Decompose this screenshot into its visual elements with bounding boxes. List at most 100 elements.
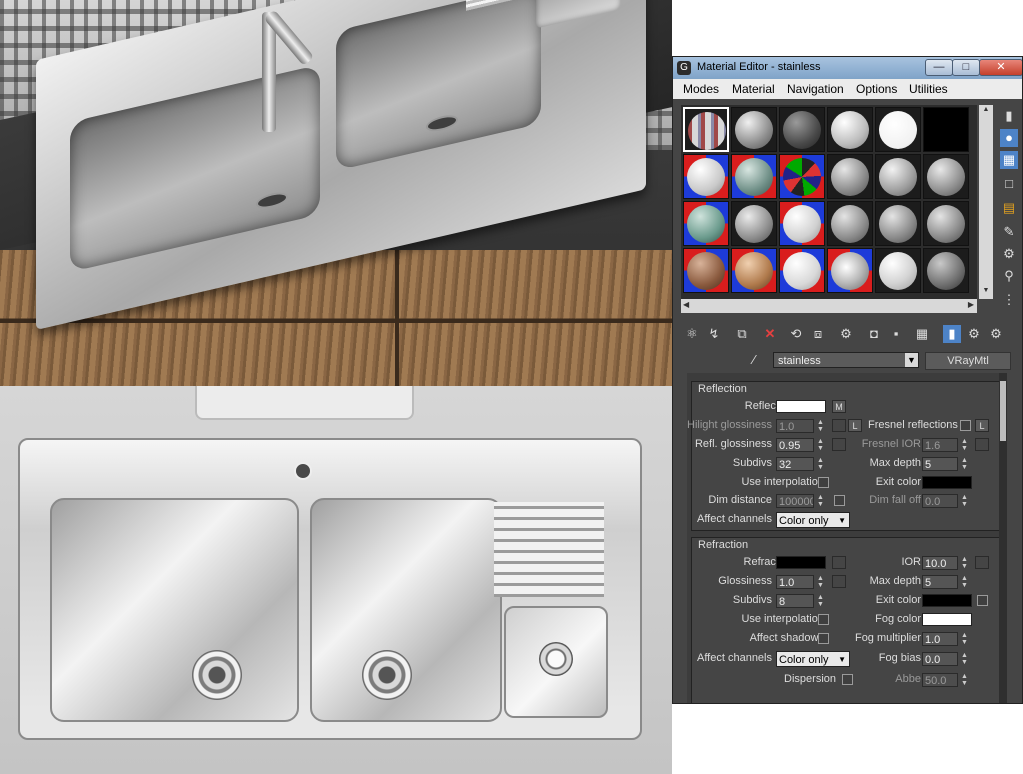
refract-max-depth-spinner[interactable]: ▲ ▼: [960, 575, 969, 589]
app-icon[interactable]: G: [677, 61, 691, 75]
menu-utilities[interactable]: Utilities: [909, 82, 948, 96]
title-bar[interactable]: G Material Editor - stainless — □ ✕: [673, 57, 1022, 79]
sample-slot[interactable]: [923, 154, 969, 199]
hilight-glossiness-input[interactable]: 1.0: [776, 419, 814, 433]
sample-slot[interactable]: [779, 248, 825, 293]
refract-exit-color-swatch[interactable]: [922, 594, 972, 607]
sample-slot[interactable]: [683, 107, 729, 152]
show-shaded-material-icon[interactable]: ▮: [943, 325, 961, 343]
dim-fall-off-spinner[interactable]: ▲ ▼: [960, 494, 969, 508]
reflect-use-interpolation-checkbox[interactable]: [818, 477, 829, 488]
sample-slot[interactable]: [731, 154, 777, 199]
fresnel-lock-button[interactable]: L: [975, 419, 989, 432]
fog-multiplier-spinner[interactable]: ▲ ▼: [960, 632, 969, 646]
sample-slot[interactable]: [923, 107, 969, 152]
chevron-down-icon[interactable]: ▼: [905, 353, 918, 367]
menu-options[interactable]: Options: [856, 82, 897, 96]
background-checker-icon[interactable]: ▦: [1000, 151, 1018, 169]
reflect-exit-color-swatch[interactable]: [922, 476, 972, 489]
sample-slot[interactable]: [875, 107, 921, 152]
maximize-button[interactable]: □: [952, 59, 980, 76]
reflect-subdivs-input[interactable]: 32: [776, 457, 814, 471]
ior-map-button[interactable]: [975, 556, 989, 569]
affect-shadows-checkbox[interactable]: [818, 633, 829, 644]
reflect-max-depth-input[interactable]: 5: [922, 457, 958, 471]
reflect-affect-channels-dropdown[interactable]: Color only ▼: [776, 512, 850, 528]
abbe-input[interactable]: 50.0: [922, 673, 958, 687]
fog-color-swatch[interactable]: [922, 613, 972, 626]
dim-distance-spinner[interactable]: ▲ ▼: [816, 494, 825, 508]
put-to-scene-icon[interactable]: ↯: [705, 325, 723, 343]
refract-color-swatch[interactable]: [776, 556, 826, 569]
sample-slot[interactable]: [731, 107, 777, 152]
menu-modes[interactable]: Modes: [683, 82, 719, 96]
fresnel-ior-map-button[interactable]: [975, 438, 989, 451]
get-material-icon[interactable]: ⚛: [683, 325, 701, 343]
reflect-map-button[interactable]: M: [832, 400, 846, 413]
slots-vertical-scrollbar[interactable]: ▲ ▼: [979, 105, 993, 299]
hilight-glossiness-map-button[interactable]: [832, 419, 846, 432]
material-id-channel-icon[interactable]: ◘: [865, 325, 883, 343]
go-to-parent-icon[interactable]: ⚙: [965, 325, 983, 343]
show-end-result-icon[interactable]: ▦: [913, 325, 931, 343]
put-to-library-icon[interactable]: ⚙: [837, 325, 855, 343]
sample-slot[interactable]: [827, 201, 873, 246]
reflect-color-swatch[interactable]: [776, 400, 826, 413]
close-button[interactable]: ✕: [979, 59, 1022, 76]
sample-slot[interactable]: [731, 248, 777, 293]
slots-horizontal-scrollbar[interactable]: ◀ ▶: [681, 299, 977, 313]
sample-slot[interactable]: [779, 154, 825, 199]
refract-map-button[interactable]: [832, 556, 846, 569]
sample-type-icon[interactable]: ▮: [1000, 107, 1018, 125]
sample-slot[interactable]: [731, 201, 777, 246]
ior-spinner[interactable]: ▲ ▼: [960, 556, 969, 570]
reflect-max-depth-spinner[interactable]: ▲ ▼: [960, 457, 969, 471]
eyedropper-icon[interactable]: ⁄: [753, 352, 769, 368]
select-by-material-icon[interactable]: ⚲: [1000, 267, 1018, 285]
refl-glossiness-map-button[interactable]: [832, 438, 846, 451]
go-forward-to-sibling-icon[interactable]: ⚙: [987, 325, 1005, 343]
menu-navigation[interactable]: Navigation: [787, 82, 844, 96]
video-color-check-icon[interactable]: ▤: [1000, 199, 1018, 217]
fog-bias-input[interactable]: 0.0: [922, 652, 958, 666]
fresnel-ior-input[interactable]: 1.6: [922, 438, 958, 452]
refract-subdivs-spinner[interactable]: ▲ ▼: [816, 594, 825, 608]
dim-fall-off-input[interactable]: 0.0: [922, 494, 958, 508]
assign-to-selection-icon[interactable]: ⧉: [733, 325, 751, 343]
options-icon[interactable]: ⚙: [1000, 245, 1018, 263]
sample-slot[interactable]: [683, 201, 729, 246]
hilight-lock-button[interactable]: L: [848, 419, 862, 432]
reset-map-icon[interactable]: ✕: [761, 325, 779, 343]
refract-glossiness-map-button[interactable]: [832, 575, 846, 588]
material-name-field[interactable]: stainless: [773, 352, 919, 368]
sample-uv-tiling-icon[interactable]: □: [1000, 175, 1018, 193]
refract-use-interpolation-checkbox[interactable]: [818, 614, 829, 625]
sample-slot[interactable]: [683, 248, 729, 293]
refract-max-depth-input[interactable]: 5: [922, 575, 958, 589]
material-type-button[interactable]: VRayMtl: [925, 352, 1011, 370]
fresnel-ior-spinner[interactable]: ▲ ▼: [960, 438, 969, 452]
material-map-navigator-icon[interactable]: ⋮: [1000, 291, 1018, 309]
dispersion-checkbox[interactable]: [842, 674, 853, 685]
sample-slot[interactable]: [827, 107, 873, 152]
sample-slot[interactable]: [923, 248, 969, 293]
sample-slot[interactable]: [875, 201, 921, 246]
minimize-button[interactable]: —: [925, 59, 953, 76]
fresnel-checkbox[interactable]: [960, 420, 971, 431]
abbe-spinner[interactable]: ▲ ▼: [960, 673, 969, 687]
sample-slot[interactable]: [827, 154, 873, 199]
fog-multiplier-input[interactable]: 1.0: [922, 632, 958, 646]
make-preview-icon[interactable]: ✎: [1000, 223, 1018, 241]
refract-glossiness-input[interactable]: 1.0: [776, 575, 814, 589]
refract-glossiness-spinner[interactable]: ▲ ▼: [816, 575, 825, 589]
menu-material[interactable]: Material: [732, 82, 775, 96]
sample-slot[interactable]: [779, 201, 825, 246]
sample-slot[interactable]: [827, 248, 873, 293]
hilight-glossiness-spinner[interactable]: ▲ ▼: [816, 419, 825, 433]
make-unique-icon[interactable]: ⧈: [809, 325, 827, 343]
ior-input[interactable]: 10.0: [922, 556, 958, 570]
parameters-scrollbar[interactable]: [999, 373, 1007, 703]
refract-subdivs-input[interactable]: 8: [776, 594, 814, 608]
backlight-icon[interactable]: ●: [1000, 129, 1018, 147]
copy-material-icon[interactable]: ⟲: [787, 325, 805, 343]
